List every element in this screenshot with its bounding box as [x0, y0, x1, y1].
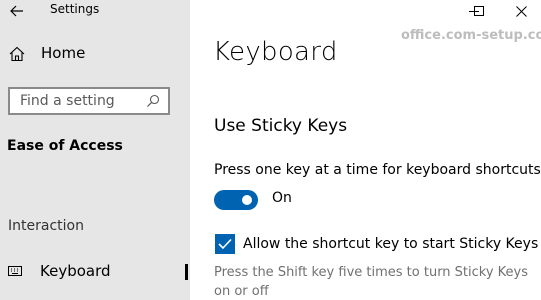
toggle-knob	[242, 195, 252, 205]
category-heading: Ease of Access	[7, 138, 123, 154]
watermark: office.com-setup.com	[401, 28, 541, 43]
window-title: Settings	[50, 2, 100, 16]
checkmark-icon	[218, 238, 232, 250]
sticky-keys-toggle[interactable]	[214, 190, 258, 210]
sidebar-item-home[interactable]: Home	[0, 39, 190, 69]
toggle-state-label: On	[272, 190, 292, 206]
description-line-2: on or off	[214, 284, 269, 299]
keyboard-icon	[8, 266, 22, 276]
close-button[interactable]	[502, 0, 541, 22]
description-line-1: Press the Shift key five times to turn S…	[214, 265, 529, 280]
home-icon	[9, 46, 25, 62]
group-label: Interaction	[8, 218, 84, 234]
section-title: Use Sticky Keys	[214, 116, 348, 136]
close-icon	[516, 5, 527, 17]
page-title: Keyboard	[213, 37, 338, 67]
shortcut-key-checkbox-label: Allow the shortcut key to start Sticky K…	[243, 236, 539, 252]
search-input[interactable]: Find a setting	[8, 87, 170, 115]
sidebar-item-keyboard-label: Keyboard	[40, 262, 111, 280]
maximize-button[interactable]	[456, 0, 502, 22]
maximize-icon	[474, 6, 484, 16]
sidebar-item-home-label: Home	[41, 44, 86, 62]
selection-indicator	[185, 264, 188, 280]
shortcut-key-checkbox[interactable]	[215, 234, 235, 254]
back-button[interactable]	[6, 0, 28, 22]
sidebar-item-keyboard[interactable]: Keyboard	[0, 258, 190, 288]
back-arrow-icon	[10, 5, 23, 17]
sidebar: Settings Home Find a setting Ease of Acc…	[0, 0, 190, 300]
search-placeholder: Find a setting	[20, 93, 115, 109]
search-icon	[147, 94, 160, 107]
sticky-keys-option-label: Press one key at a time for keyboard sho…	[214, 162, 541, 178]
